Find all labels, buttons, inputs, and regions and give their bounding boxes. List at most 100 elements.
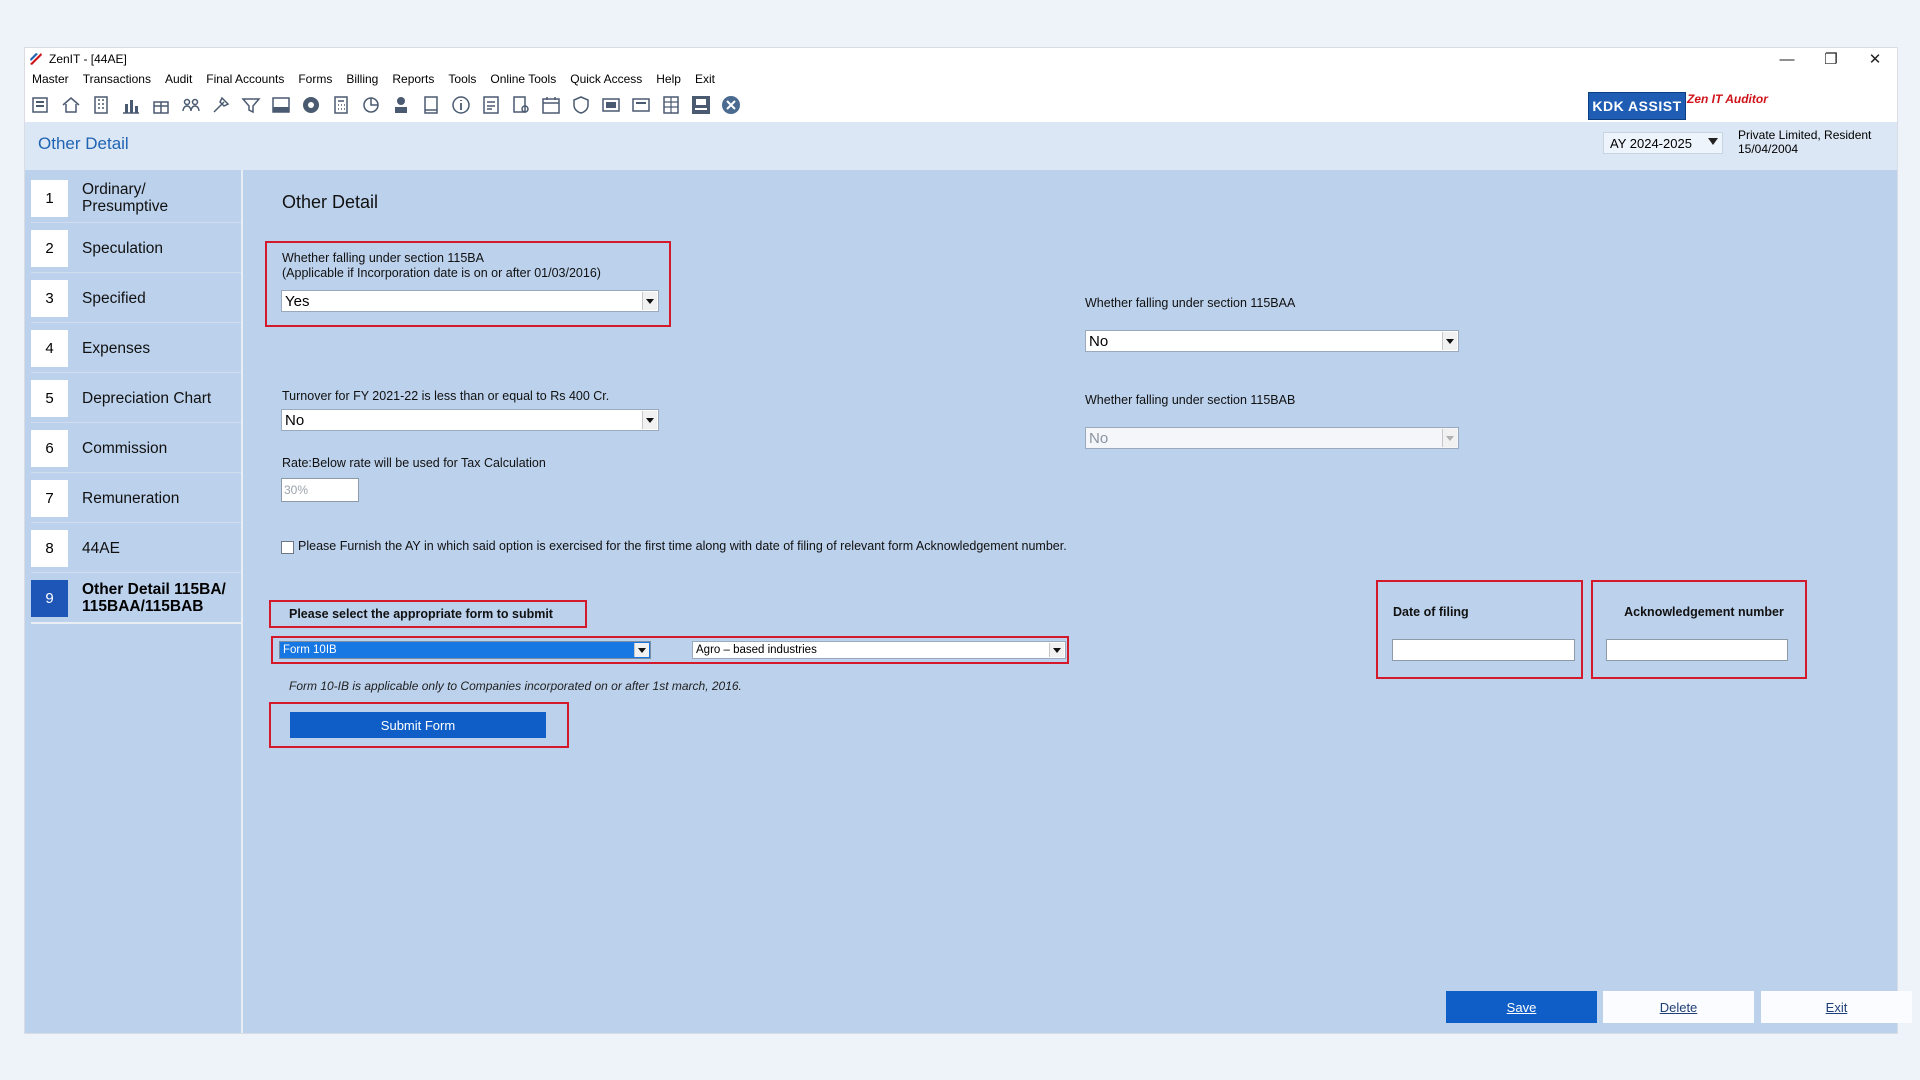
pie-chart-icon[interactable] (358, 92, 384, 118)
sidebar-item-number: 5 (31, 379, 68, 417)
rate-input[interactable]: 30% (281, 478, 359, 502)
grid-icon[interactable] (658, 92, 684, 118)
delete-button[interactable]: Delete (1603, 991, 1754, 1023)
q115ba-select[interactable]: Yes (281, 290, 659, 312)
industry-select[interactable]: Agro – based industries (692, 641, 1066, 659)
form-type-select[interactable]: Form 10IB (279, 641, 651, 659)
form-note: Form 10-IB is applicable only to Compani… (289, 679, 742, 693)
sidebar-item-commission[interactable]: 6 Commission (31, 424, 241, 473)
restore-button[interactable]: ❐ (1809, 48, 1853, 70)
calendar-icon[interactable] (538, 92, 564, 118)
menu-reports[interactable]: Reports (385, 72, 441, 86)
ack-number-label: Acknowledgement number (1624, 605, 1784, 619)
menu-forms[interactable]: Forms (291, 72, 339, 86)
sidebar-item-number: 8 (31, 529, 68, 567)
entity-info: Private Limited, Resident 15/04/2004 (1738, 128, 1871, 156)
sidebar-item-label: Specified (82, 289, 146, 307)
turnover-select[interactable]: No (281, 409, 659, 431)
chevron-down-icon[interactable] (1049, 643, 1064, 657)
menu-quick-access[interactable]: Quick Access (563, 72, 649, 86)
close-circle-icon[interactable] (718, 92, 744, 118)
turnover-value: No (285, 411, 305, 429)
q115bab-select[interactable]: No (1085, 427, 1459, 449)
bar-chart-icon[interactable] (118, 92, 144, 118)
menu-master[interactable]: Master (25, 72, 76, 86)
menu-exit[interactable]: Exit (688, 72, 722, 86)
sidebar-item-label: 44AE (82, 539, 120, 557)
sidebar-item-ordinary[interactable]: 1 Ordinary/ Presumptive (31, 174, 241, 223)
sidebar-item-number: 4 (31, 329, 68, 367)
zen-it-auditor-link[interactable]: Zen IT Auditor (1687, 92, 1768, 106)
menu-final-accounts[interactable]: Final Accounts (199, 72, 291, 86)
sidebar-item-number: 7 (31, 479, 68, 517)
fac-icon[interactable] (688, 92, 714, 118)
bs-icon[interactable] (598, 92, 624, 118)
date-of-filing-input[interactable] (1392, 639, 1575, 661)
minimize-button[interactable]: — (1765, 48, 1809, 70)
calculator-icon[interactable] (328, 92, 354, 118)
assessment-year-select[interactable]: AY 2024-2025 (1603, 132, 1723, 154)
sidebar-item-number: 2 (31, 229, 68, 267)
submit-form-button[interactable]: Submit Form (290, 712, 546, 738)
q115baa-label: Whether falling under section 115BAA (1085, 296, 1296, 310)
sidebar-item-speculation[interactable]: 2 Speculation (31, 224, 241, 273)
app-logo-icon (29, 52, 43, 66)
search-doc-icon[interactable] (508, 92, 534, 118)
furnish-ay-checkbox[interactable] (281, 541, 294, 554)
rate-label: Rate:Below rate will be used for Tax Cal… (282, 456, 546, 470)
menu-billing[interactable]: Billing (339, 72, 385, 86)
gift-icon[interactable] (148, 92, 174, 118)
sidebar-item-remuneration[interactable]: 7 Remuneration (31, 474, 241, 523)
sidebar: 1 Ordinary/ Presumptive 2 Speculation 3 … (25, 170, 243, 1033)
menu-online-tools[interactable]: Online Tools (483, 72, 563, 86)
building-icon[interactable] (88, 92, 114, 118)
sidebar-item-label: Commission (82, 439, 168, 457)
payment-icon[interactable] (388, 92, 414, 118)
filter-icon[interactable] (238, 92, 264, 118)
save-button[interactable]: Save (1446, 991, 1597, 1023)
people-icon[interactable] (178, 92, 204, 118)
sidebar-item-other-detail[interactable]: 9 Other Detail 115BA/ 115BAA/115BAB (31, 574, 241, 624)
q115baa-select[interactable]: No (1085, 330, 1459, 352)
app-window: ZenIT - [44AE] — ❐ ✕ Master Transactions… (24, 47, 1912, 1034)
close-window-button[interactable]: ✕ (1853, 48, 1897, 70)
menu-tools[interactable]: Tools (441, 72, 483, 86)
ack-number-input[interactable] (1606, 639, 1788, 661)
chevron-down-icon[interactable] (642, 411, 657, 429)
exit-button[interactable]: Exit (1761, 991, 1912, 1023)
menu-help[interactable]: Help (649, 72, 688, 86)
tax-icon[interactable] (268, 92, 294, 118)
q115ba-value: Yes (285, 292, 310, 310)
shield-icon[interactable] (568, 92, 594, 118)
sidebar-item-44ae[interactable]: 8 44AE (31, 524, 241, 573)
menu-audit[interactable]: Audit (158, 72, 199, 86)
q115ba-label-line2: (Applicable if Incorporation date is on … (282, 266, 601, 280)
sidebar-item-specified[interactable]: 3 Specified (31, 274, 241, 323)
q115baa-value: No (1089, 332, 1109, 350)
turnover-label: Turnover for FY 2021-22 is less than or … (282, 389, 610, 403)
sidebar-item-depreciation-chart[interactable]: 5 Depreciation Chart (31, 374, 241, 423)
sidebar-item-label: Remuneration (82, 489, 180, 507)
sidebar-item-expenses[interactable]: 4 Expenses (31, 324, 241, 373)
chevron-down-icon[interactable] (1442, 332, 1457, 350)
sidebar-item-number: 6 (31, 429, 68, 467)
highlight-box-date-of-filing (1376, 580, 1583, 679)
info-icon[interactable] (448, 92, 474, 118)
chevron-down-icon[interactable] (1442, 429, 1457, 447)
home-icon[interactable] (58, 92, 84, 118)
chevron-down-icon[interactable] (634, 643, 649, 657)
book-icon[interactable] (418, 92, 444, 118)
tools-icon[interactable] (208, 92, 234, 118)
chevron-down-icon[interactable] (642, 292, 657, 310)
open-icon[interactable] (28, 92, 54, 118)
sidebar-item-number: 1 (31, 179, 68, 217)
3cd-icon[interactable] (628, 92, 654, 118)
furnish-ay-label: Please Furnish the AY in which said opti… (298, 539, 1067, 553)
report-icon[interactable] (478, 92, 504, 118)
menu-transactions[interactable]: Transactions (76, 72, 158, 86)
eye-icon[interactable] (298, 92, 324, 118)
assessment-year-value: AY 2024-2025 (1610, 135, 1692, 151)
sidebar-item-number: 9 (31, 579, 68, 617)
kdk-assist-button[interactable]: KDK ASSIST (1588, 92, 1686, 120)
menu-bar: Master Transactions Audit Final Accounts… (25, 70, 1897, 88)
